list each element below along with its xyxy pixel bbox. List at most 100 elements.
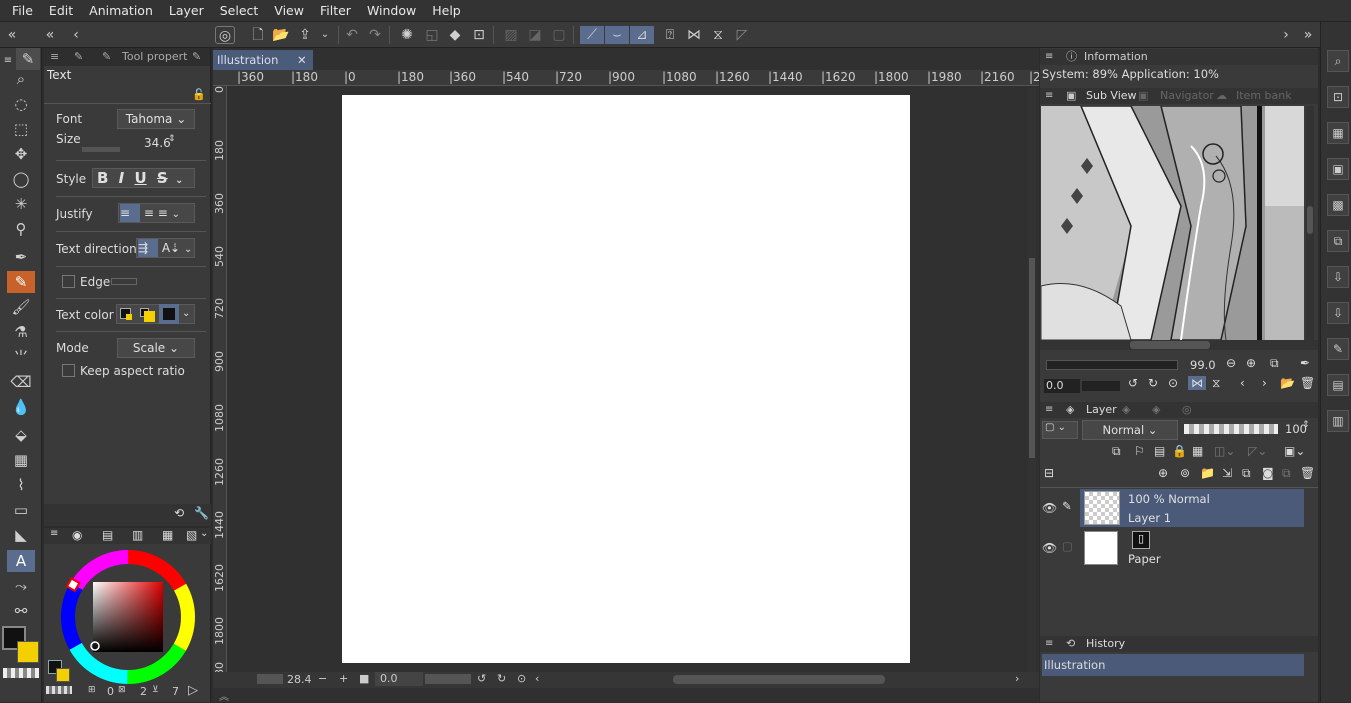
chevron-down-icon[interactable]: ⌄ bbox=[172, 209, 180, 220]
open-file-icon[interactable]: 📂 bbox=[271, 26, 291, 44]
information-tab[interactable]: Information bbox=[1084, 49, 1148, 65]
collapse-right-icon-2[interactable]: » bbox=[1298, 26, 1318, 44]
subview-vscroll[interactable] bbox=[1306, 106, 1314, 340]
tab-layer[interactable]: Layer bbox=[1086, 402, 1117, 418]
pencil-tool-icon[interactable]: ✎ bbox=[7, 271, 35, 293]
lock-alpha-icon[interactable]: ▦ bbox=[1192, 444, 1203, 458]
search-panel-icon[interactable]: ⌕ bbox=[1327, 50, 1349, 72]
subview-zoom-in-icon[interactable]: ⊕ bbox=[1246, 356, 1256, 370]
underline-button[interactable]: U bbox=[135, 169, 147, 187]
italic-button[interactable]: I bbox=[119, 169, 125, 187]
size-slider[interactable] bbox=[82, 147, 120, 152]
correct-line-tool-icon[interactable]: ⚯ bbox=[7, 600, 35, 622]
reset-rotation-icon[interactable]: ⊙ bbox=[517, 672, 526, 685]
material-panel-icon-4[interactable]: ▩ bbox=[1327, 194, 1349, 216]
transform-icon[interactable]: ⊡ bbox=[469, 26, 489, 44]
wrench-icon[interactable]: 🔧 bbox=[194, 506, 209, 520]
figure-tool-icon[interactable]: ⌇ bbox=[7, 474, 35, 496]
new-vector-layer-icon[interactable]: ⊚ bbox=[1180, 466, 1190, 480]
edit-panel-icon[interactable]: ✎ bbox=[1327, 338, 1349, 360]
reset-icon[interactable]: ⟲ bbox=[174, 506, 184, 520]
menu-file[interactable]: File bbox=[4, 0, 41, 22]
new-raster-layer-icon[interactable]: ⊕ bbox=[1158, 466, 1168, 480]
clip-icon[interactable]: ⧉ bbox=[1112, 444, 1121, 459]
subview-angle-slider[interactable] bbox=[1082, 381, 1120, 391]
menu-window[interactable]: Window bbox=[359, 0, 424, 22]
layer-property-tab-icon[interactable]: ◈ bbox=[1122, 402, 1130, 418]
blend-tool-icon[interactable]: 💧 bbox=[7, 396, 35, 418]
balloon-tool-icon[interactable]: ⤳ bbox=[7, 575, 35, 597]
user-color-icon[interactable] bbox=[163, 308, 175, 320]
snap-grid-icon[interactable]: ⊿ bbox=[630, 26, 654, 44]
delete-layer-icon[interactable]: 🗑 bbox=[1300, 466, 1315, 480]
collapse-right-icon[interactable]: › bbox=[1276, 26, 1296, 44]
combine-layer-icon[interactable]: ⧉ bbox=[1242, 466, 1251, 481]
download-icon-2[interactable]: ⇩ bbox=[1327, 302, 1349, 324]
subview-vscroll-thumb[interactable] bbox=[1307, 206, 1313, 234]
subview-zoom-value[interactable]: 99.0 bbox=[1190, 358, 1216, 372]
scroll-left-icon[interactable]: ‹ bbox=[535, 672, 539, 685]
snap-ruler-icon[interactable]: ⟋ bbox=[580, 26, 604, 44]
edge-width-slider[interactable] bbox=[111, 278, 137, 285]
subview-hscroll-thumb[interactable] bbox=[1130, 341, 1210, 349]
brush-tool-icon[interactable]: 🖌 bbox=[7, 296, 35, 318]
subview-zoom-out-icon[interactable]: ⊖ bbox=[1226, 356, 1236, 370]
tool-property-tab[interactable]: Tool propert bbox=[122, 48, 187, 66]
fill-icon[interactable]: ◆ bbox=[445, 26, 465, 44]
align-right-icon[interactable]: ≡ bbox=[158, 206, 168, 220]
ruler-layer-icon[interactable]: ◸⌄ bbox=[1248, 444, 1267, 458]
menu-view[interactable]: View bbox=[266, 0, 312, 22]
invert-selection-icon[interactable]: ◪ bbox=[525, 26, 545, 44]
sub-color-swatch[interactable] bbox=[17, 641, 39, 663]
decoration-tool-icon[interactable]: ⺌ bbox=[7, 346, 35, 368]
opacity-slider[interactable] bbox=[1184, 424, 1278, 434]
strikethrough-button[interactable]: S bbox=[157, 169, 168, 187]
operation-tool-icon[interactable]: ◌ bbox=[7, 93, 35, 115]
next-image-icon[interactable]: › bbox=[1262, 376, 1267, 390]
ruler-tool-icon[interactable]: ◣ bbox=[7, 524, 35, 546]
menu-select[interactable]: Select bbox=[212, 0, 267, 22]
subview-flip-v-icon[interactable]: ⧖ bbox=[1212, 376, 1220, 391]
tab-subview[interactable]: Sub View bbox=[1086, 88, 1137, 104]
flip-vertical-icon[interactable]: ⧖ bbox=[708, 26, 728, 44]
chevron-down-icon[interactable]: ⌄ bbox=[200, 528, 208, 539]
mask-icon[interactable]: ◫⌄ bbox=[1214, 444, 1235, 458]
airbrush-tool-icon[interactable]: ⚗ bbox=[7, 321, 35, 343]
zoom-tool-icon[interactable]: ⌕ bbox=[7, 68, 35, 90]
layer-search-tab-icon[interactable]: ◈ bbox=[1152, 402, 1160, 418]
loading-icon[interactable]: ✺ bbox=[397, 26, 417, 44]
approximate-color-tab-icon[interactable]: ▦ bbox=[162, 528, 173, 542]
draft-layer-icon[interactable]: ▤ bbox=[1154, 444, 1165, 458]
tab-item-bank[interactable]: Item bank bbox=[1236, 88, 1292, 104]
color-layer-icon[interactable]: ▣⌄ bbox=[1284, 444, 1305, 458]
size-value[interactable]: 34.6 bbox=[144, 136, 171, 150]
fit-icon[interactable]: ⧉ bbox=[1270, 356, 1279, 371]
lock-icon[interactable]: 🔓 bbox=[192, 88, 206, 101]
gradient-tool-icon[interactable]: ▦ bbox=[7, 449, 35, 471]
rotate-right-icon[interactable]: ↻ bbox=[497, 672, 506, 685]
snap-special-ruler-icon[interactable]: ⌣ bbox=[605, 26, 629, 44]
layer-mask-icon[interactable]: ◙ bbox=[1262, 466, 1274, 480]
bold-button[interactable]: B bbox=[97, 169, 108, 187]
apply-mask-icon[interactable]: ⧉ bbox=[1282, 466, 1291, 481]
flip-horizontal-icon[interactable]: ⋈ bbox=[684, 26, 704, 44]
subview-flip-h-icon[interactable]: ⋈ bbox=[1188, 376, 1206, 390]
expand-up-icon[interactable]: ︽ bbox=[219, 688, 229, 703]
open-image-icon[interactable]: 📂 bbox=[1280, 376, 1295, 390]
delete-image-icon[interactable]: 🗑 bbox=[1300, 376, 1315, 390]
transfer-layer-icon[interactable]: ⇲ bbox=[1222, 466, 1232, 480]
color-wheel-tab-icon[interactable]: ◉ bbox=[72, 528, 82, 542]
collapse-left-icon-2[interactable]: « bbox=[40, 26, 60, 44]
collapse-left-icon[interactable]: « bbox=[2, 26, 22, 44]
layer-menu-icon[interactable]: ⊟ bbox=[1044, 466, 1054, 480]
text-tool-icon[interactable]: A bbox=[7, 550, 35, 572]
eraser-tool-icon[interactable]: ⌫ bbox=[7, 371, 35, 393]
subview-rotate-right-icon[interactable]: ↻ bbox=[1148, 376, 1158, 390]
move-tool-icon[interactable]: ✥ bbox=[7, 143, 35, 165]
menu-help[interactable]: Help bbox=[424, 0, 469, 22]
rotate-left-icon[interactable]: ↺ bbox=[477, 672, 486, 685]
pen-tab-icon[interactable]: ✎ bbox=[74, 48, 83, 66]
menu-animation[interactable]: Animation bbox=[81, 0, 161, 22]
reference-layer-icon[interactable]: ⚐ bbox=[1134, 444, 1145, 458]
tool-property-tab-icon[interactable]: ✎ bbox=[102, 48, 111, 66]
